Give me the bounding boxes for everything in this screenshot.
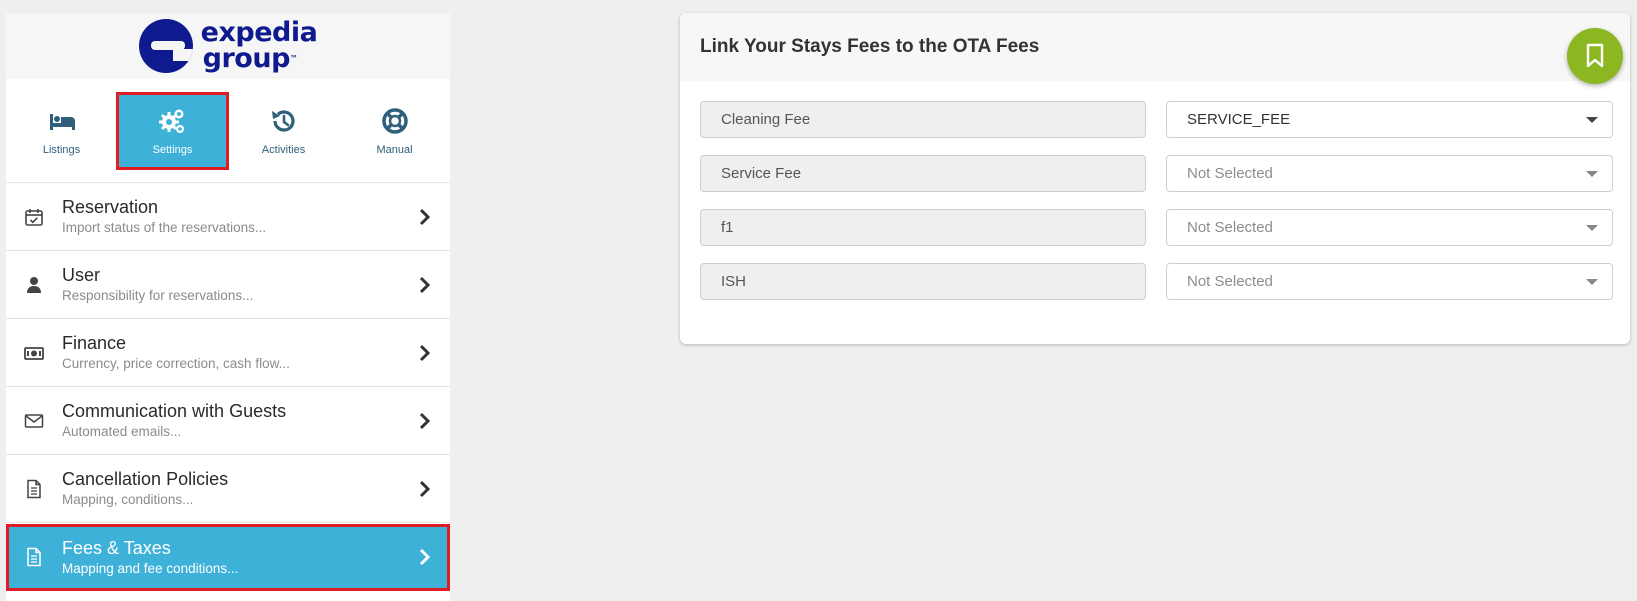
expedia-logo-mark [138,19,193,73]
user-icon [24,275,44,295]
menu-item-subtitle: Currency, price correction, cash flow... [62,356,290,371]
menu-item-title: Reservation [62,197,159,217]
nav-settings[interactable]: Settings [116,91,229,170]
brand-line2: group [202,43,291,74]
ota-fee-select[interactable]: Not Selected [1166,263,1613,300]
fee-name-field: Service Fee [700,155,1146,192]
nav-manual[interactable]: Manual [339,95,450,167]
menu-item-reservation[interactable]: Reservation Import status of the reserva… [6,183,450,251]
chevron-right-icon [419,276,431,293]
ota-fee-select-value: Not Selected [1187,273,1273,290]
menu-item-title: Communication with Guests [62,401,287,421]
chevron-right-icon [419,344,431,361]
gears-icon [158,109,184,133]
ota-fee-select[interactable]: Not Selected [1166,209,1613,246]
menu-item-finance[interactable]: Finance Currency, price correction, cash… [6,319,450,387]
ota-fee-select-value: SERVICE_FEE [1187,111,1291,128]
card-title: Link Your Stays Fees to the OTA Fees [700,36,1040,57]
brand-logo: expedia group™ [6,13,450,79]
menu-item-user[interactable]: User Responsibility for reservations... [6,251,450,319]
fee-name-field: Cleaning Fee [700,101,1146,138]
menu-item-fees-taxes[interactable]: Fees & Taxes Mapping and fee conditions.… [6,524,450,591]
nav-listings[interactable]: Listings [6,95,117,167]
menu-item-subtitle: Responsibility for reservations... [62,288,254,303]
caret-down-icon [1586,117,1598,123]
chevron-right-icon [419,412,431,429]
nav-activities-label: Activities [261,143,306,156]
lifebuoy-icon [381,107,408,134]
fee-row: Cleaning Fee SERVICE_FEE [700,101,1613,138]
menu-item-title: Fees & Taxes [62,537,171,558]
sidebar: expedia group™ Listings Settings Activit… [6,13,450,601]
menu-item-cancellation[interactable]: Cancellation Policies Mapping, condition… [6,455,450,523]
save-button[interactable] [1567,28,1623,84]
history-icon [271,109,295,132]
caret-down-icon [1586,279,1598,285]
fee-row: ISH Not Selected [700,263,1613,300]
nav-manual-label: Manual [376,143,413,156]
menu-item-title: User [62,265,101,285]
caret-down-icon [1586,225,1598,231]
card-header: Link Your Stays Fees to the OTA Fees [680,13,1630,81]
chevron-right-icon [419,208,431,225]
ota-fee-select[interactable]: Not Selected [1166,155,1613,192]
document-icon [24,479,44,499]
bookmark-icon [1586,43,1604,68]
menu-item-subtitle: Import status of the reservations... [62,220,267,235]
menu-item-subtitle: Mapping and fee conditions... [62,560,239,576]
fee-name-field: f1 [700,209,1146,246]
bed-icon [49,113,75,130]
fee-mapping-card: Link Your Stays Fees to the OTA Fees Cle… [680,13,1630,344]
ota-fee-select-value: Not Selected [1187,219,1273,236]
chevron-right-icon [419,548,431,566]
menu-item-subtitle: Automated emails... [62,424,182,439]
calendar-check-icon [24,207,44,227]
envelope-icon [24,411,44,431]
ota-fee-select-value: Not Selected [1187,165,1273,182]
menu-item-subtitle: Mapping, conditions... [62,492,194,507]
money-icon [24,343,44,363]
fee-row: Service Fee Not Selected [700,155,1613,192]
fee-row: f1 Not Selected [700,209,1613,246]
document-icon [24,547,44,567]
nav-activities[interactable]: Activities [228,95,339,167]
caret-down-icon [1586,171,1598,177]
brand-tm: ™ [289,54,298,63]
ota-fee-select[interactable]: SERVICE_FEE [1166,101,1613,138]
menu-item-title: Cancellation Policies [62,469,229,489]
fee-name-field: ISH [700,263,1146,300]
chevron-right-icon [419,480,431,497]
menu-item-title: Finance [62,333,127,353]
menu-item-communication[interactable]: Communication with Guests Automated emai… [6,387,450,455]
nav-settings-label: Settings [152,143,193,156]
top-nav: Listings Settings Activities Manual [6,79,450,183]
nav-listings-label: Listings [42,143,81,156]
brand-wordmark: expedia group™ [201,19,318,74]
